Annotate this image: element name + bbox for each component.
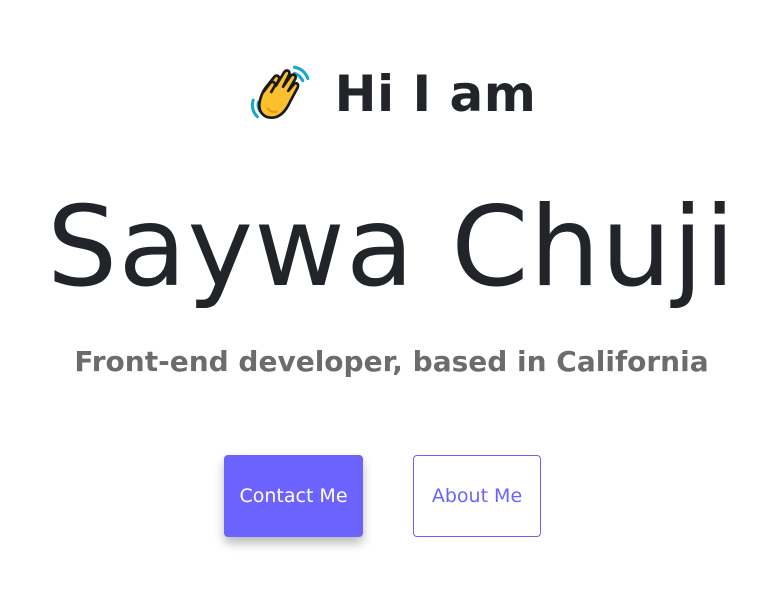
hero-tagline: Front-end developer, based in California bbox=[74, 345, 709, 378]
greeting: Hi I am bbox=[0, 58, 783, 130]
contact-me-button[interactable]: Contact Me bbox=[224, 455, 363, 537]
greeting-text: Hi I am bbox=[334, 65, 537, 123]
waving-hand-icon bbox=[250, 65, 310, 120]
hero-name: Saywa Chuji bbox=[46, 183, 737, 312]
about-me-button[interactable]: About Me bbox=[413, 455, 541, 537]
